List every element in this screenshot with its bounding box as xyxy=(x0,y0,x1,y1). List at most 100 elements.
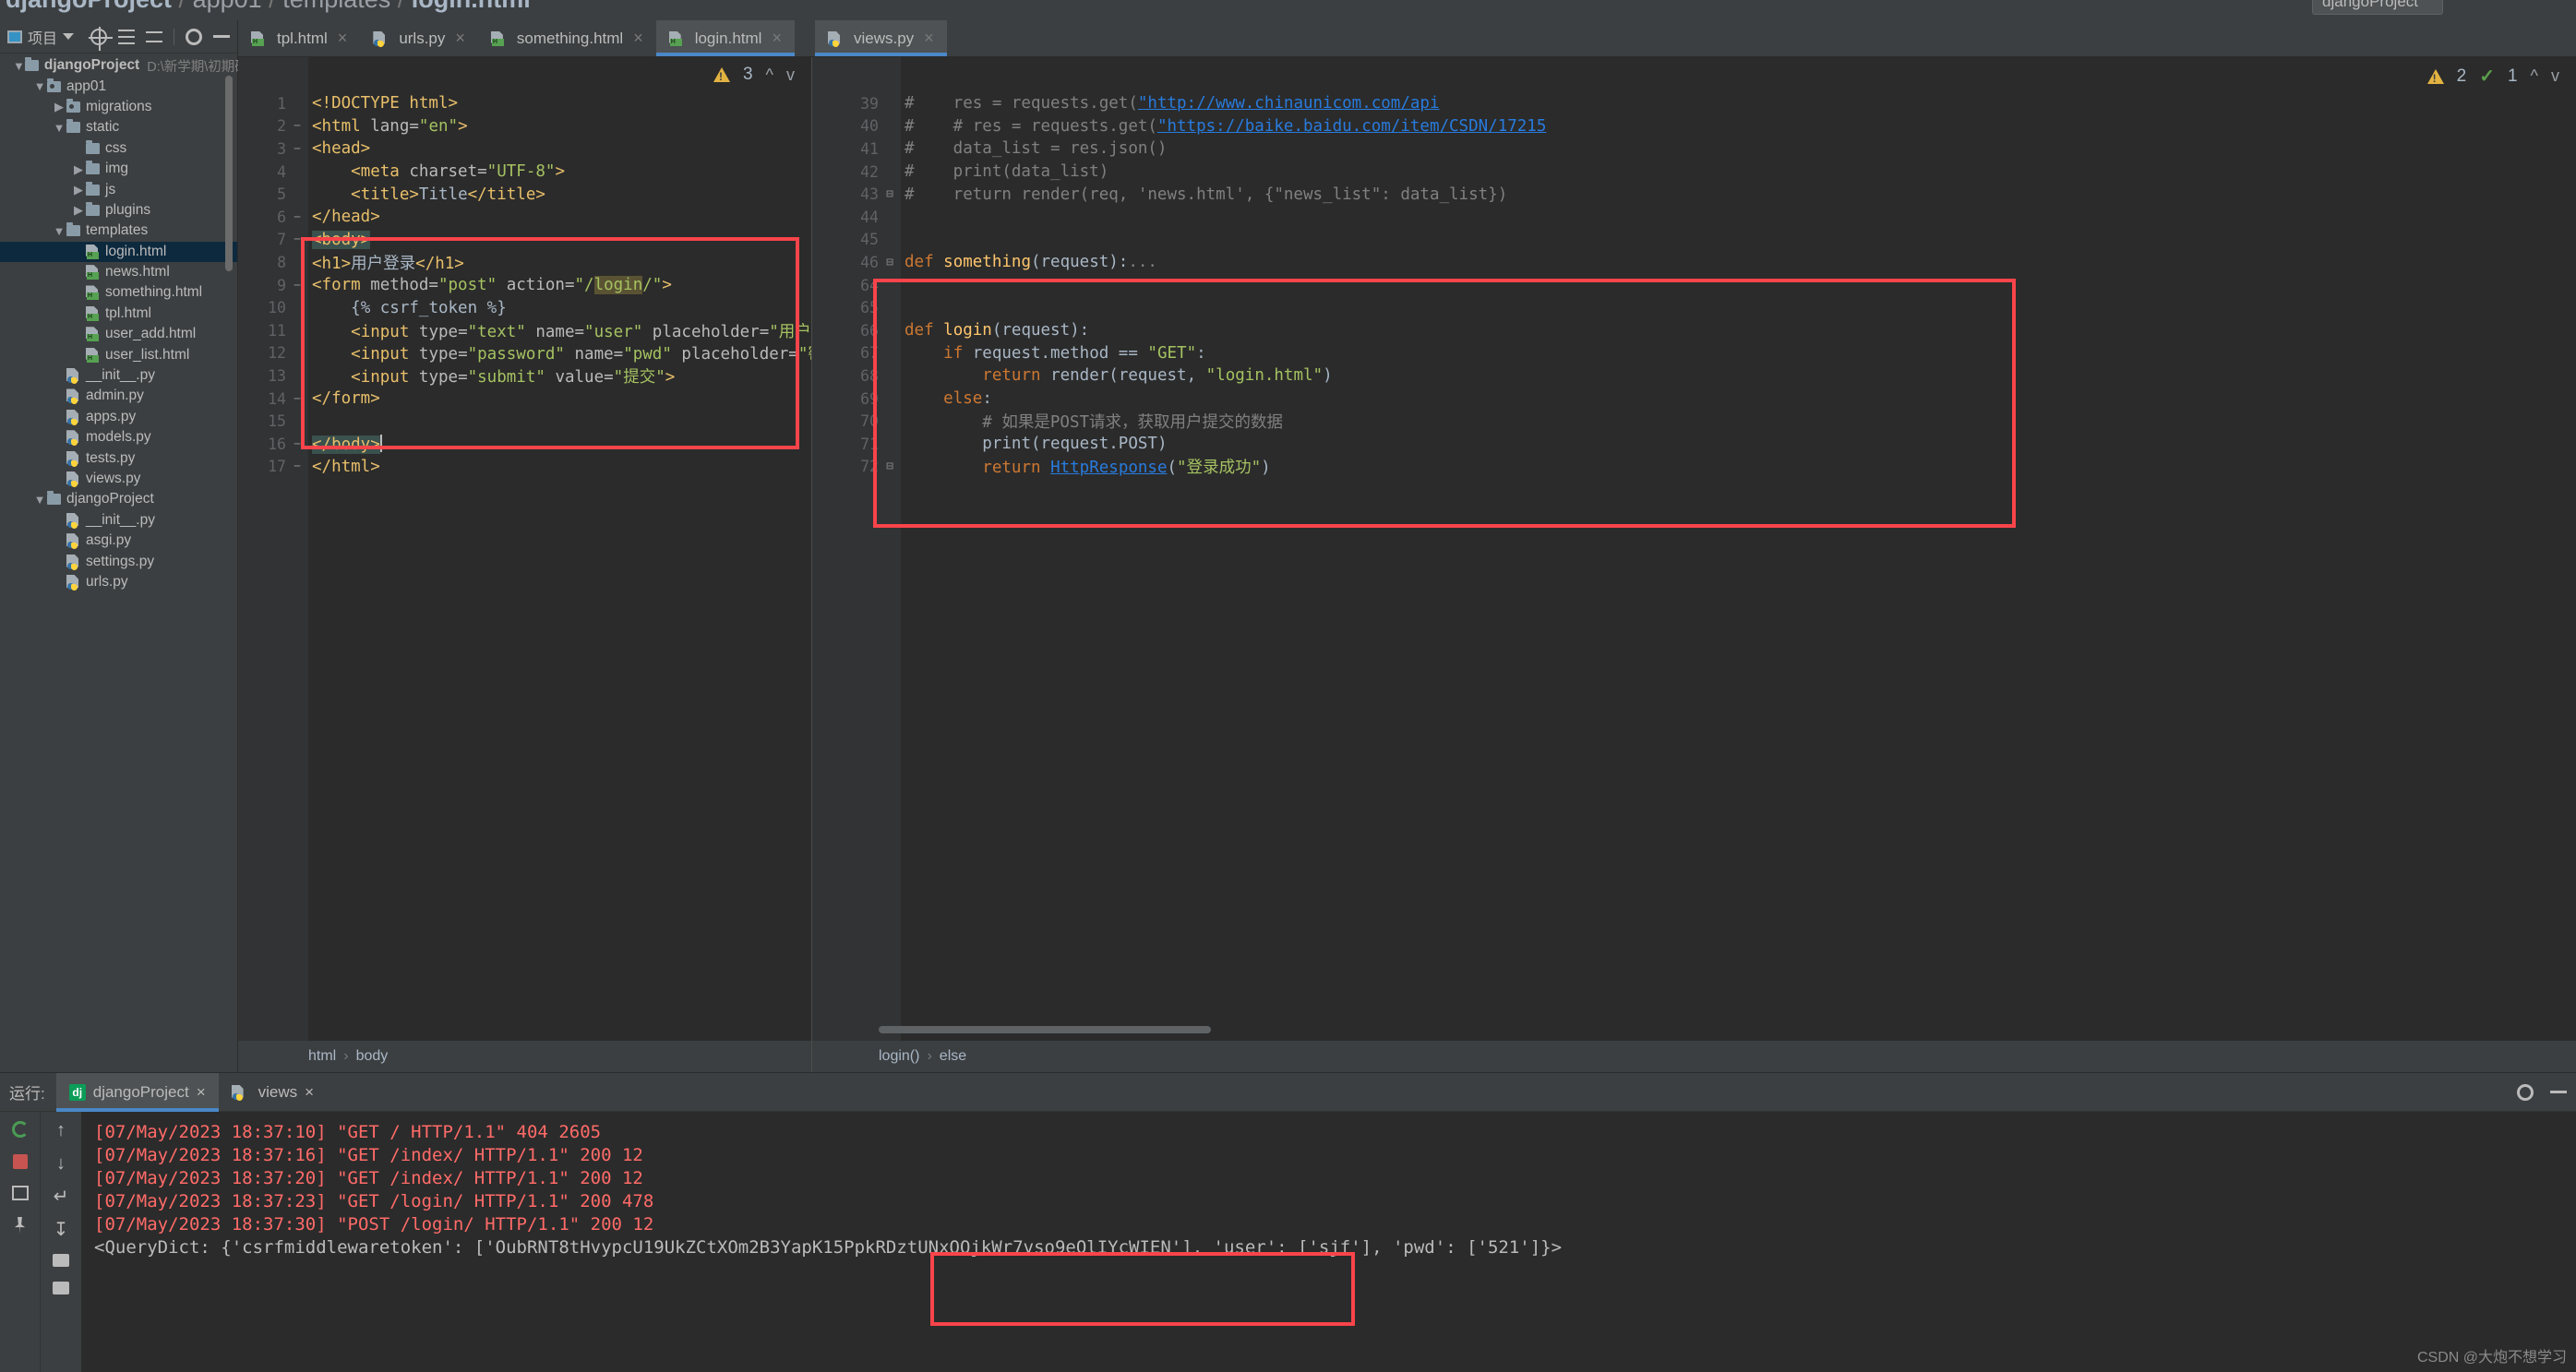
code-line[interactable]: 64 xyxy=(812,274,2576,297)
breadcrumb-item-file[interactable]: login.html xyxy=(412,0,531,13)
code-line[interactable]: 11 <input type="text" name="user" placeh… xyxy=(238,319,811,342)
tree-item-app01[interactable]: ▼ app01 xyxy=(0,76,237,96)
tree-item-user-list-html[interactable]: Huser_list.html xyxy=(0,344,237,364)
tree-item-djangoproject[interactable]: ▼ djangoProject D:\新学期\初期研 xyxy=(0,55,248,76)
breadcrumb-login-fn[interactable]: login() xyxy=(879,1048,919,1065)
editor-tab-login-html[interactable]: Hlogin.html × xyxy=(655,20,796,56)
code-line[interactable]: 10 {% csrf_token %} xyxy=(238,296,811,319)
gear-icon[interactable] xyxy=(2517,1083,2534,1101)
debug-icon[interactable] xyxy=(2489,0,2510,12)
chevron-right-icon[interactable]: ▶ xyxy=(52,101,66,113)
stop-icon[interactable] xyxy=(2522,0,2543,12)
chevron-right-icon[interactable]: ▶ xyxy=(71,204,86,216)
fold-marker-icon[interactable]: − xyxy=(286,392,308,406)
up-arrow-icon[interactable]: ↑ xyxy=(56,1121,66,1139)
prev-problem-icon[interactable]: ^ xyxy=(2531,66,2538,86)
editor-tab-something-html[interactable]: Hsomething.html × xyxy=(478,20,656,56)
right-editor-hscrollbar[interactable] xyxy=(879,1026,1211,1033)
code-line[interactable]: 65 xyxy=(812,296,2576,319)
right-editor-code[interactable]: 39 # res = requests.get("http://www.china… xyxy=(812,57,2576,1072)
next-problem-icon[interactable]: v xyxy=(2551,66,2559,86)
select-opened-file-icon[interactable] xyxy=(89,26,113,51)
breadcrumb-item-project[interactable]: djangoProject xyxy=(6,0,172,13)
code-line[interactable]: 69 else: xyxy=(812,388,2576,411)
code-line[interactable]: 68 return render(request, "login.html") xyxy=(812,364,2576,388)
chevron-down-icon[interactable]: ▼ xyxy=(52,225,66,237)
chevron-down-icon[interactable]: ▼ xyxy=(32,80,47,92)
code-line[interactable]: 13 <input type="submit" value="提交"> xyxy=(238,364,811,388)
gear-icon[interactable] xyxy=(186,28,202,45)
fold-marker-icon[interactable]: ⊟ xyxy=(879,256,901,269)
code-line[interactable]: 6− </head> xyxy=(238,206,811,229)
editor-tab-urls-py[interactable]: urls.py × xyxy=(360,20,478,56)
run-tab-views[interactable]: views × xyxy=(219,1073,327,1112)
code-line[interactable]: 43 ⊟ # return render(req, 'news.html', {"n… xyxy=(812,183,2576,206)
code-line[interactable]: 40 # # res = requests.get("https://baike.… xyxy=(812,115,2576,138)
chevron-down-icon[interactable] xyxy=(63,33,75,40)
fold-marker-icon[interactable]: ⊟ xyxy=(879,187,901,201)
tree-item-news-html[interactable]: Hnews.html xyxy=(0,262,237,282)
tree-item-login-html[interactable]: Hlogin.html xyxy=(0,241,237,262)
right-inspection-widget[interactable]: 2 ✓ 1 ^ v xyxy=(2426,65,2559,88)
breadcrumb-item-templates[interactable]: templates xyxy=(282,0,390,13)
soft-wrap-icon[interactable]: ↵ xyxy=(54,1187,69,1206)
tree-item-plugins[interactable]: ▶ plugins xyxy=(0,200,237,221)
fold-marker-icon[interactable]: − xyxy=(286,279,308,292)
code-line[interactable]: 66 def login(request): xyxy=(812,319,2576,342)
clear-all-icon[interactable] xyxy=(53,1282,69,1294)
close-icon[interactable]: × xyxy=(338,29,348,48)
breadcrumb-html[interactable]: html xyxy=(308,1048,336,1065)
fold-marker-icon[interactable]: − xyxy=(286,142,308,156)
fold-marker-icon[interactable]: − xyxy=(286,233,308,246)
tree-item-tests-py[interactable]: tests.py xyxy=(0,447,237,468)
tree-item--init-py[interactable]: __init__.py xyxy=(0,510,237,531)
run-configuration-selector[interactable]: djangoProject xyxy=(2312,0,2443,15)
code-line[interactable]: 4 <meta charset="UTF-8"> xyxy=(238,161,811,184)
expand-all-icon[interactable] xyxy=(118,29,135,44)
tree-item-urls-py[interactable]: urls.py xyxy=(0,572,237,592)
code-line[interactable]: 9− <form method="post" action="/login/"> xyxy=(238,274,811,297)
pin-icon[interactable] xyxy=(14,1217,26,1234)
project-tree-scrollbar[interactable] xyxy=(225,76,233,271)
tree-item-user-add-html[interactable]: Huser_add.html xyxy=(0,324,237,344)
code-line[interactable]: 72 ⊟ return HttpResponse("登录成功") xyxy=(812,456,2576,479)
code-line[interactable]: 39 # res = requests.get("http://www.china… xyxy=(812,92,2576,115)
close-icon[interactable]: × xyxy=(305,1083,314,1102)
editor-tab-tpl-html[interactable]: Htpl.html × xyxy=(238,20,360,56)
code-line[interactable]: 15 xyxy=(238,410,811,433)
code-line[interactable]: 8 <h1>用户登录</h1> xyxy=(238,251,811,274)
project-panel-title[interactable]: 项目 xyxy=(7,26,75,48)
code-line[interactable]: 46 ⊟ def something(request):... xyxy=(812,251,2576,274)
tree-item-settings-py[interactable]: settings.py xyxy=(0,551,237,571)
code-line[interactable]: 41 # data_list = res.json() xyxy=(812,137,2576,161)
tree-item-asgi-py[interactable]: asgi.py xyxy=(0,531,237,551)
tree-item-tpl-html[interactable]: Htpl.html xyxy=(0,304,237,324)
tree-item-static[interactable]: ▼ static xyxy=(0,117,237,137)
search-icon[interactable] xyxy=(2556,0,2576,12)
chevron-right-icon[interactable]: ▶ xyxy=(71,184,86,196)
code-line[interactable]: 42 # print(data_list) xyxy=(812,161,2576,184)
code-line[interactable]: 67 if request.method == "GET": xyxy=(812,342,2576,365)
close-icon[interactable]: × xyxy=(924,29,934,48)
print-icon[interactable] xyxy=(53,1254,69,1267)
code-line[interactable]: 16− </body> xyxy=(238,433,811,456)
breadcrumb-item-app[interactable]: app01 xyxy=(193,0,262,13)
tree-item-templates[interactable]: ▼ templates xyxy=(0,221,237,241)
code-line[interactable]: 45 xyxy=(812,229,2576,252)
tree-item-views-py[interactable]: views.py xyxy=(0,469,237,489)
minimize-icon[interactable] xyxy=(213,35,230,38)
fold-marker-icon[interactable]: − xyxy=(286,459,308,473)
next-problem-icon[interactable]: v xyxy=(786,66,795,85)
tree-item-admin-py[interactable]: admin.py xyxy=(0,386,237,406)
prev-problem-icon[interactable]: ^ xyxy=(766,66,773,85)
code-line[interactable]: 2− <html lang="en"> xyxy=(238,115,811,138)
close-icon[interactable]: × xyxy=(197,1083,206,1102)
fold-marker-icon[interactable]: − xyxy=(286,437,308,451)
collapse-all-icon[interactable] xyxy=(146,30,162,44)
chevron-down-icon[interactable]: ▼ xyxy=(52,122,66,134)
tree-item-models-py[interactable]: models.py xyxy=(0,427,237,447)
run-tab-djangoproject[interactable]: dj djangoProject × xyxy=(55,1072,219,1112)
tree-item-migrations[interactable]: ▶ migrations xyxy=(0,97,237,117)
code-line[interactable]: 14− </form> xyxy=(238,388,811,411)
project-file-tree[interactable]: ▼ djangoProject D:\新学期\初期研 ▼ app01 ▶ migration… xyxy=(0,54,248,592)
